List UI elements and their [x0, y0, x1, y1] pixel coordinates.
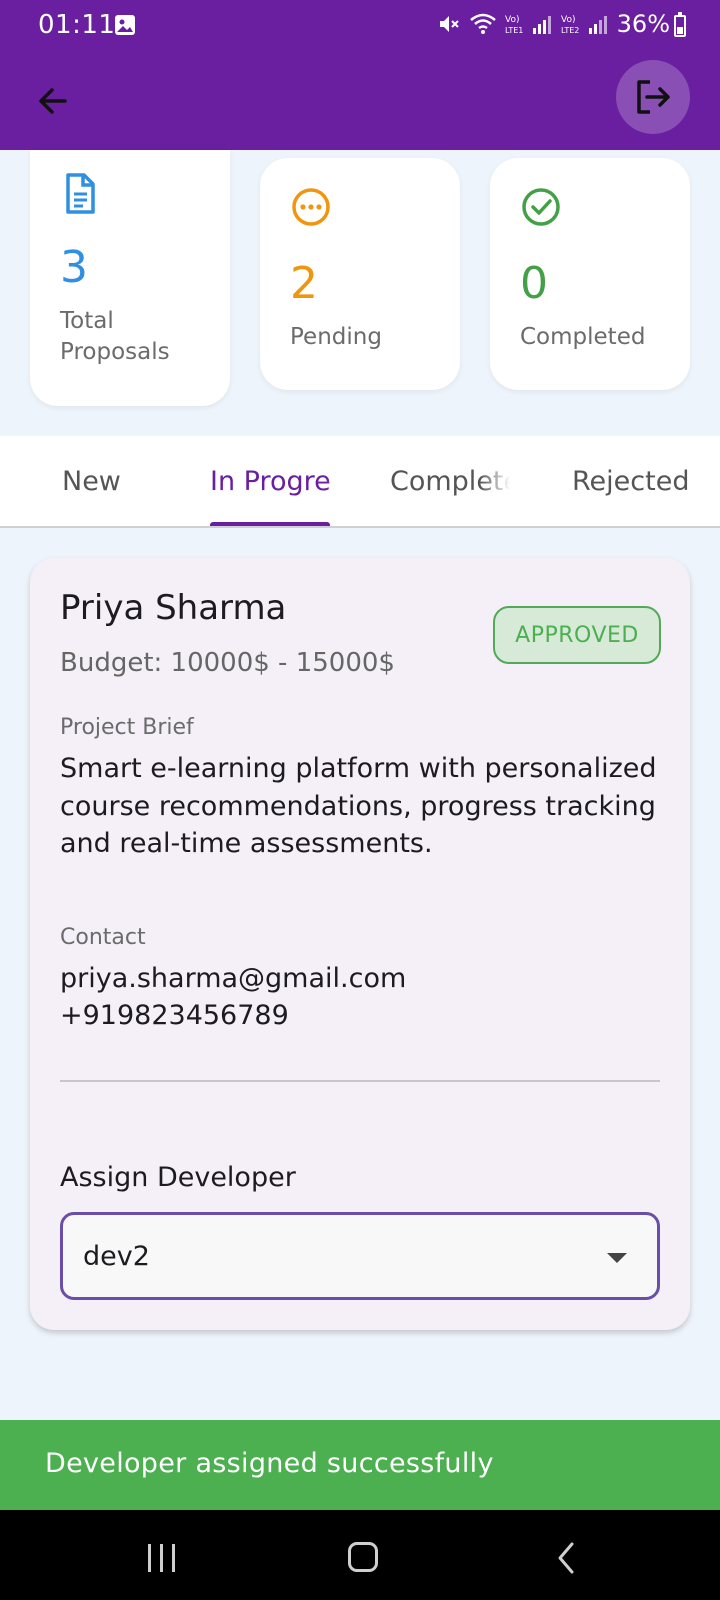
proposal-card: Priya Sharma Budget: 10000$ - 15000$ APP… — [30, 558, 690, 1330]
stat-value: 0 — [520, 258, 548, 309]
signal-sim1-icon: Vo) LTE1 — [505, 15, 551, 35]
budget-range: Budget: 10000$ - 15000$ — [60, 648, 395, 678]
selected-developer: dev2 — [83, 1241, 150, 1272]
check-circle-icon — [522, 188, 560, 226]
tab-in-progress[interactable]: In Progress — [210, 436, 330, 526]
battery-icon — [674, 12, 686, 37]
tab-completed[interactable]: Completed — [390, 436, 510, 526]
stat-label: Pending — [290, 324, 382, 350]
image-notification-icon — [115, 15, 135, 35]
status-bar: 01:11 Vo) LTE1 Vo) LTE2 36% — [0, 0, 720, 52]
tab-rejected[interactable]: Rejected — [572, 436, 712, 526]
signal-sim2-icon: Vo) LTE2 — [561, 15, 607, 35]
document-icon — [66, 173, 95, 214]
mute-icon — [439, 16, 459, 32]
dropdown-arrow-icon — [607, 1253, 627, 1263]
wifi-icon — [469, 13, 496, 34]
stat-label: Total Proposals — [60, 308, 170, 365]
logout-icon — [637, 80, 670, 114]
stat-label: Completed — [520, 324, 646, 350]
svg-text:LTE2: LTE2 — [561, 26, 579, 35]
status-badge: APPROVED — [493, 606, 661, 664]
assign-developer-dropdown[interactable]: dev2 — [60, 1212, 660, 1300]
contact-label: Contact — [60, 925, 146, 950]
divider — [60, 1080, 660, 1082]
tab-label: In Progress — [210, 465, 330, 497]
project-brief-text: Smart e-learning platform with personali… — [60, 753, 657, 859]
app-bar — [0, 52, 720, 150]
stat-card-completed[interactable]: 0 Completed — [490, 158, 690, 390]
stat-card-total-proposals[interactable]: 3 Total Proposals — [30, 150, 230, 406]
pending-dots-icon — [292, 188, 330, 226]
proposal-tabs: New In Progress Completed Rejected — [0, 436, 720, 528]
battery-percent: 36% — [616, 10, 670, 38]
snackbar-message: Developer assigned successfully — [45, 1448, 494, 1479]
stat-card-pending[interactable]: 2 Pending — [260, 158, 460, 390]
assign-developer-label: Assign Developer — [60, 1162, 296, 1193]
svg-text:Vo): Vo) — [505, 15, 519, 25]
logout-button[interactable] — [616, 60, 690, 134]
arrow-left-icon — [39, 88, 67, 114]
status-time: 01:11 — [38, 10, 116, 40]
client-name: Priya Sharma — [60, 588, 287, 628]
svg-text:Vo): Vo) — [561, 15, 575, 25]
tab-indicator — [210, 522, 330, 526]
tab-label: Rejected — [572, 465, 690, 497]
tab-label: New — [62, 465, 121, 497]
status-indicators: Vo) LTE1 Vo) LTE2 36% — [437, 10, 670, 38]
tab-label: Completed — [390, 465, 510, 497]
recents-button[interactable] — [148, 1544, 176, 1572]
back-button[interactable] — [28, 76, 78, 126]
contact-phone: +919823456789 — [60, 1000, 289, 1031]
snackbar: Developer assigned successfully — [0, 1420, 720, 1510]
nav-back-button[interactable] — [552, 1540, 582, 1576]
stat-value: 3 — [60, 242, 88, 293]
stat-value: 2 — [290, 258, 318, 309]
contact-email: priya.sharma@gmail.com — [60, 963, 407, 994]
system-nav-bar — [0, 1510, 720, 1600]
project-brief-label: Project Brief — [60, 715, 194, 740]
stats-summary: 3 Total Proposals 2 Pending 0 Completed — [0, 150, 720, 436]
tab-new[interactable]: New — [62, 436, 162, 526]
home-button[interactable] — [348, 1542, 378, 1572]
svg-text:LTE1: LTE1 — [505, 26, 523, 35]
